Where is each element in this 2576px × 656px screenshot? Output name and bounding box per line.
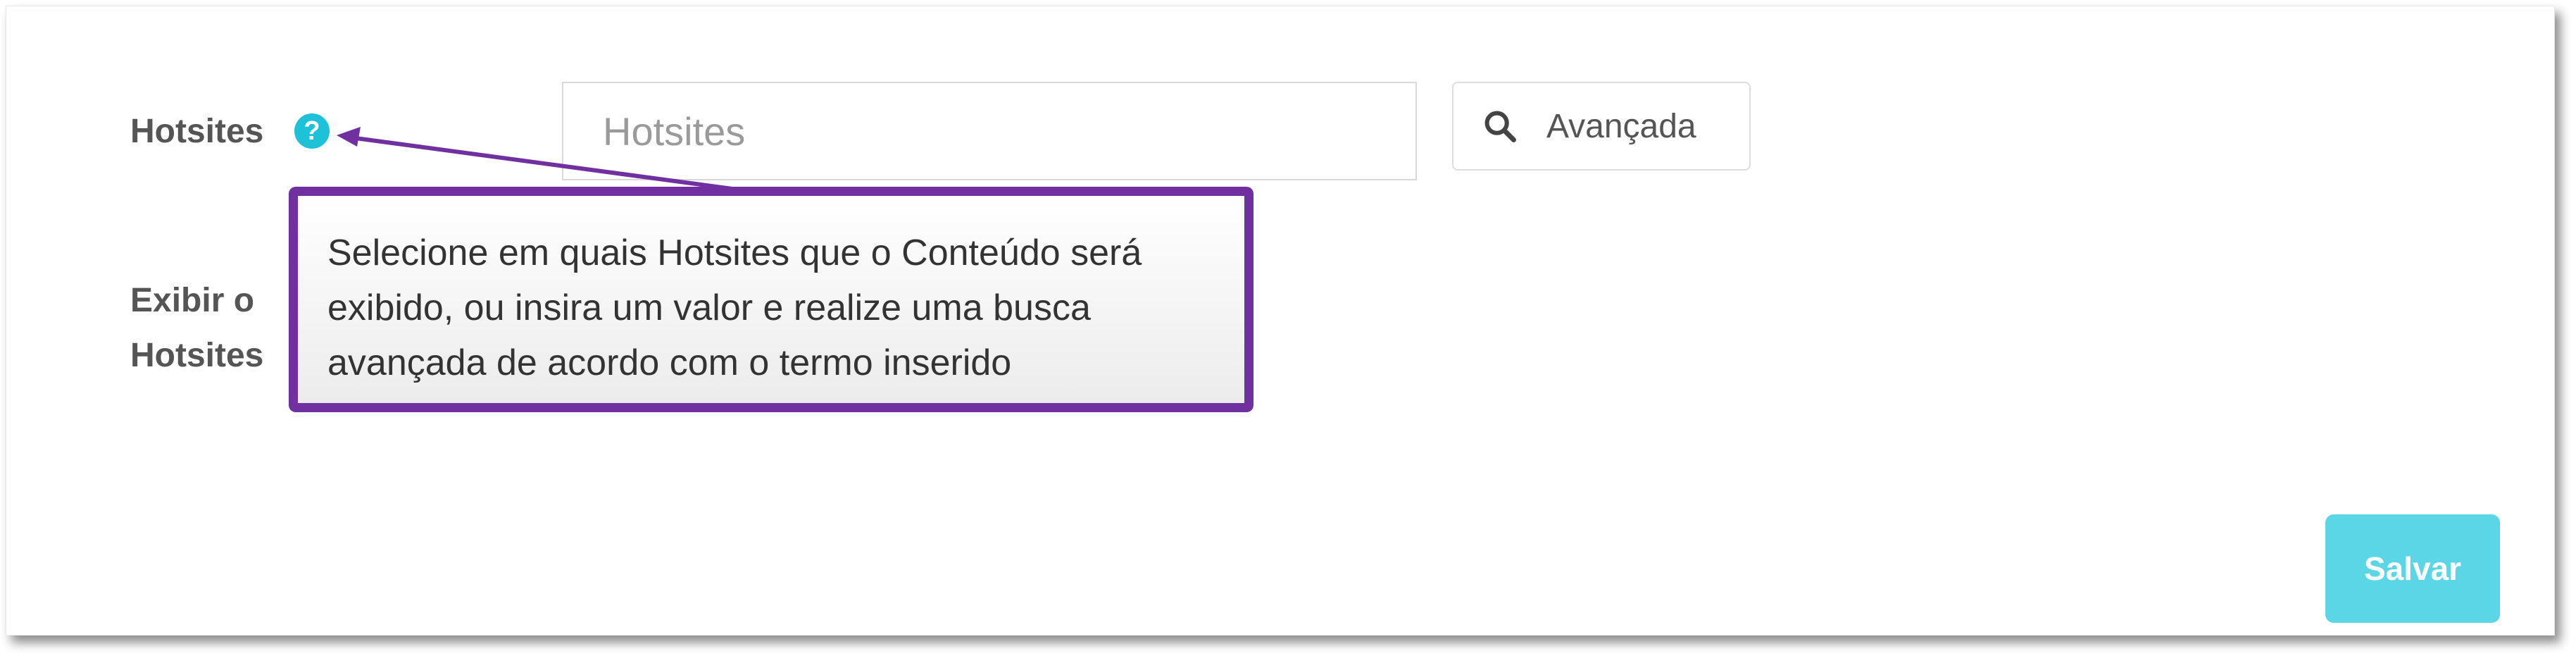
tooltip-text: Selecione em quais Hotsites que o Conteú… (327, 233, 1142, 383)
exibir-label-line2: Hotsites (130, 337, 264, 374)
screenshot-stage: Hotsites ? Avançada Exibir o Hotsites Se… (0, 0, 2576, 656)
question-circle-icon[interactable]: ? (294, 113, 330, 149)
magnifier-icon (1484, 111, 1516, 142)
advanced-search-label: Avançada (1546, 107, 1696, 145)
help-tooltip: Selecione em quais Hotsites que o Conteú… (289, 187, 1253, 412)
hotsites-label: Hotsites (130, 113, 264, 150)
save-button[interactable]: Salvar (2325, 514, 2500, 623)
advanced-search-button[interactable]: Avançada (1452, 82, 1751, 171)
exibir-label-line1: Exibir o (130, 282, 255, 319)
hotsites-search-input[interactable] (562, 82, 1417, 180)
